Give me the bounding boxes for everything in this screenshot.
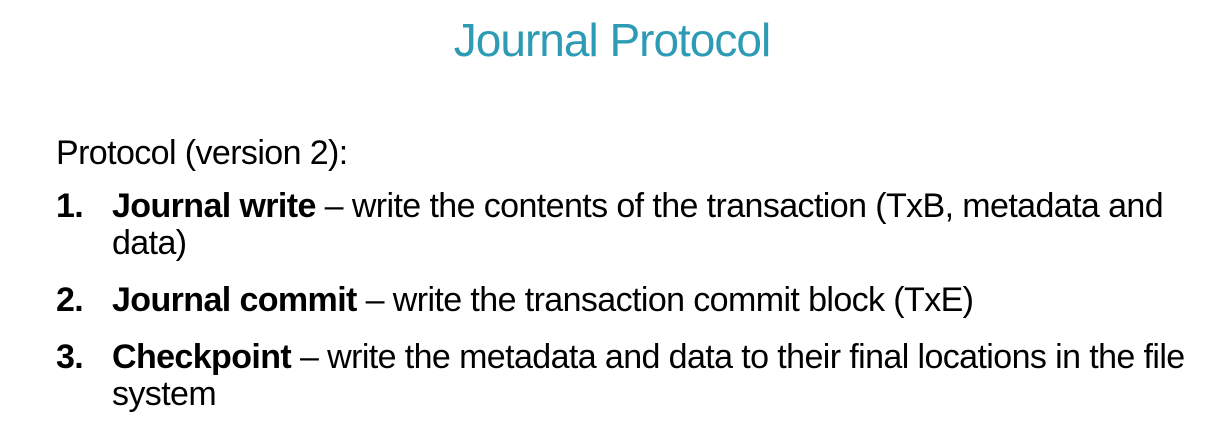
step-description: write the transaction commit block (TxE): [392, 281, 974, 319]
slide: Journal Protocol Protocol (version 2): 1…: [0, 0, 1224, 446]
slide-title: Journal Protocol: [453, 14, 771, 66]
protocol-step: 2. Journal commit – write the transactio…: [56, 282, 1186, 319]
step-term: Journal write: [112, 187, 316, 225]
step-term: Checkpoint: [112, 338, 292, 376]
step-separator: –: [356, 281, 393, 319]
step-separator: –: [291, 338, 328, 376]
step-number: 3.: [56, 338, 84, 376]
step-separator: –: [315, 187, 352, 225]
protocol-step: 3. Checkpoint – write the metadata and d…: [56, 339, 1186, 413]
protocol-step: 1. Journal write – write the contents of…: [56, 188, 1186, 262]
step-number: 1.: [56, 187, 84, 225]
step-number: 2.: [56, 281, 84, 319]
intro-text: Protocol (version 2):: [56, 134, 348, 172]
protocol-steps-list: 1. Journal write – write the contents of…: [56, 188, 1186, 433]
step-term: Journal commit: [112, 281, 357, 319]
